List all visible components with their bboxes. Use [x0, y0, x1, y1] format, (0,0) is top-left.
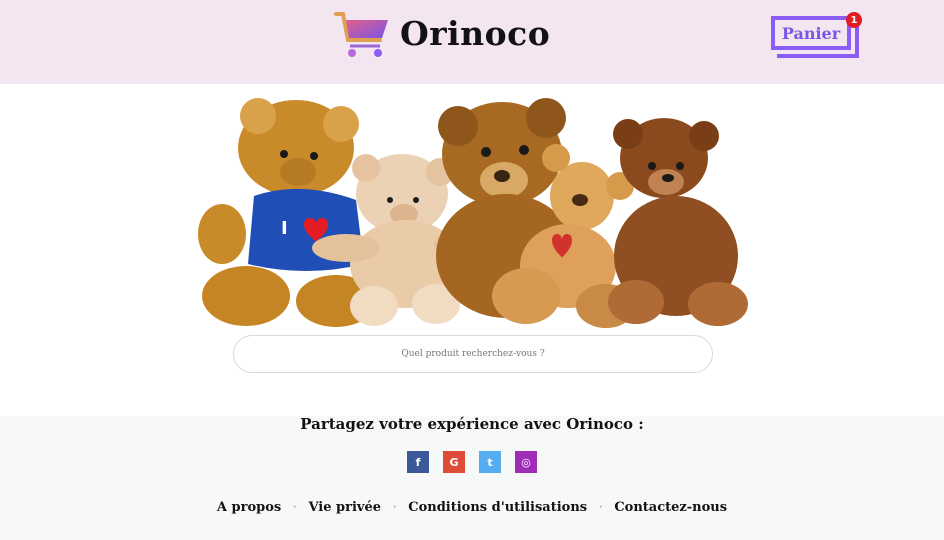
footer-separator: · — [292, 500, 297, 515]
footer-links: A propos · Vie privée · Conditions d'uti… — [0, 500, 944, 515]
shopping-cart-icon — [334, 12, 388, 57]
footer-separator: · — [392, 500, 397, 515]
facebook-icon[interactable]: f — [407, 451, 429, 473]
instagram-icon[interactable]: ◎ — [515, 451, 537, 473]
teddy-bears-image: I — [198, 98, 748, 328]
twitter-icon[interactable]: t — [479, 451, 501, 473]
site-footer — [0, 416, 944, 540]
google-icon[interactable]: G — [443, 451, 465, 473]
footer-link-about[interactable]: A propos — [217, 500, 281, 515]
social-links: f G t ◎ — [407, 451, 537, 473]
site-header: Orinoco Panier 1 — [0, 0, 944, 84]
footer-link-terms[interactable]: Conditions d'utilisations — [408, 500, 587, 515]
product-search-input[interactable] — [233, 335, 713, 373]
bear-dark-brown — [608, 118, 748, 326]
svg-text:I: I — [281, 218, 288, 239]
brand-name: Orinoco — [400, 14, 551, 53]
home-logo-link[interactable]: Orinoco — [334, 10, 550, 58]
cart-count-badge: 1 — [846, 12, 862, 28]
share-heading: Partagez votre expérience avec Orinoco : — [300, 415, 644, 433]
bear-blue-shirt: I — [198, 98, 376, 327]
footer-link-contact[interactable]: Contactez-nous — [614, 500, 727, 515]
footer-separator: · — [598, 500, 603, 515]
footer-link-privacy[interactable]: Vie privée — [308, 500, 381, 515]
cart-button[interactable]: Panier — [771, 16, 851, 50]
